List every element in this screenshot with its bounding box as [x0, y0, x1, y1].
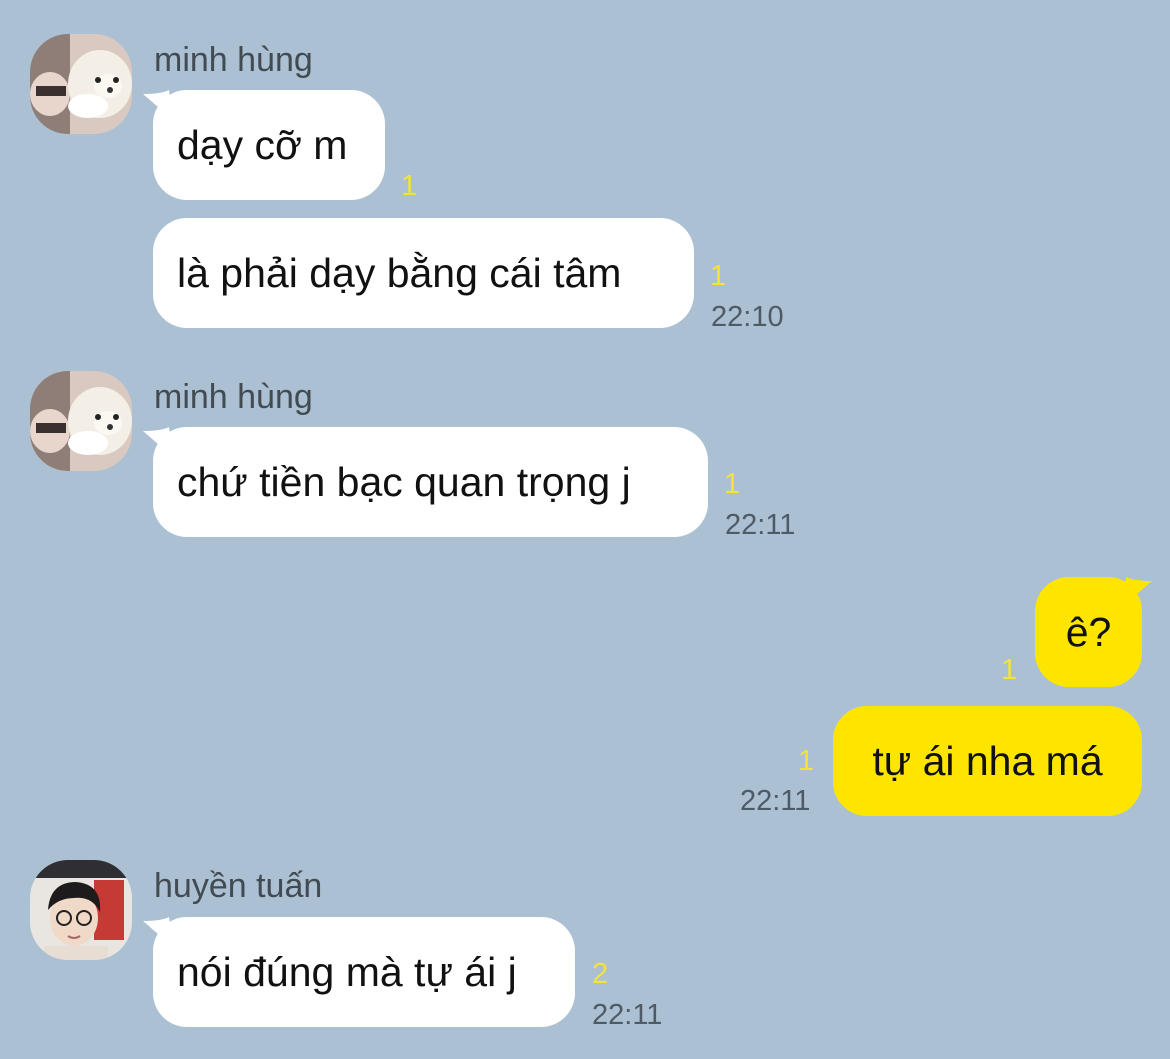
message-time: 22:11 [740, 785, 811, 817]
message-text: tự ái nha má [872, 738, 1103, 784]
message-text: dạy cỡ m [177, 122, 348, 168]
message-bubble[interactable]: tự ái nha má [833, 706, 1142, 816]
bubble-tail-icon [1122, 577, 1152, 607]
message-bubble[interactable]: là phải dạy bằng cái tâm [153, 218, 694, 328]
bubble-tail-icon [143, 90, 173, 120]
dog-photo-avatar[interactable] [30, 34, 132, 134]
message-time: 22:11 [592, 999, 663, 1031]
message-bubble[interactable]: nói đúng mà tự ái j [143, 917, 575, 1027]
unread-count: 2 [592, 958, 609, 990]
message-bubble[interactable]: chứ tiền bạc quan trọng j [143, 427, 708, 537]
message-text: chứ tiền bạc quan trọng j [177, 459, 631, 505]
message-bubble[interactable]: dạy cỡ m [143, 90, 385, 200]
message-text: nói đúng mà tự ái j [177, 949, 517, 995]
message-time: 22:11 [725, 509, 796, 541]
dog-photo-avatar[interactable] [30, 371, 132, 471]
unread-count: 1 [1001, 654, 1018, 686]
message-time: 22:10 [711, 301, 784, 333]
unread-count: 1 [710, 260, 727, 292]
person-photo-avatar[interactable] [30, 860, 132, 960]
bubble-tail-icon [143, 427, 173, 457]
bubble-tail-icon [143, 917, 173, 947]
sender-name: minh hùng [154, 41, 313, 79]
unread-count: 1 [798, 745, 815, 777]
message-text: là phải dạy bằng cái tâm [177, 250, 622, 296]
unread-count: 1 [724, 468, 741, 500]
message-bubble[interactable]: ê? [1035, 577, 1152, 687]
message-text: ê? [1065, 609, 1112, 655]
sender-name: minh hùng [154, 378, 313, 416]
sender-name: huyền tuấn [154, 867, 323, 905]
unread-count: 1 [401, 170, 418, 202]
